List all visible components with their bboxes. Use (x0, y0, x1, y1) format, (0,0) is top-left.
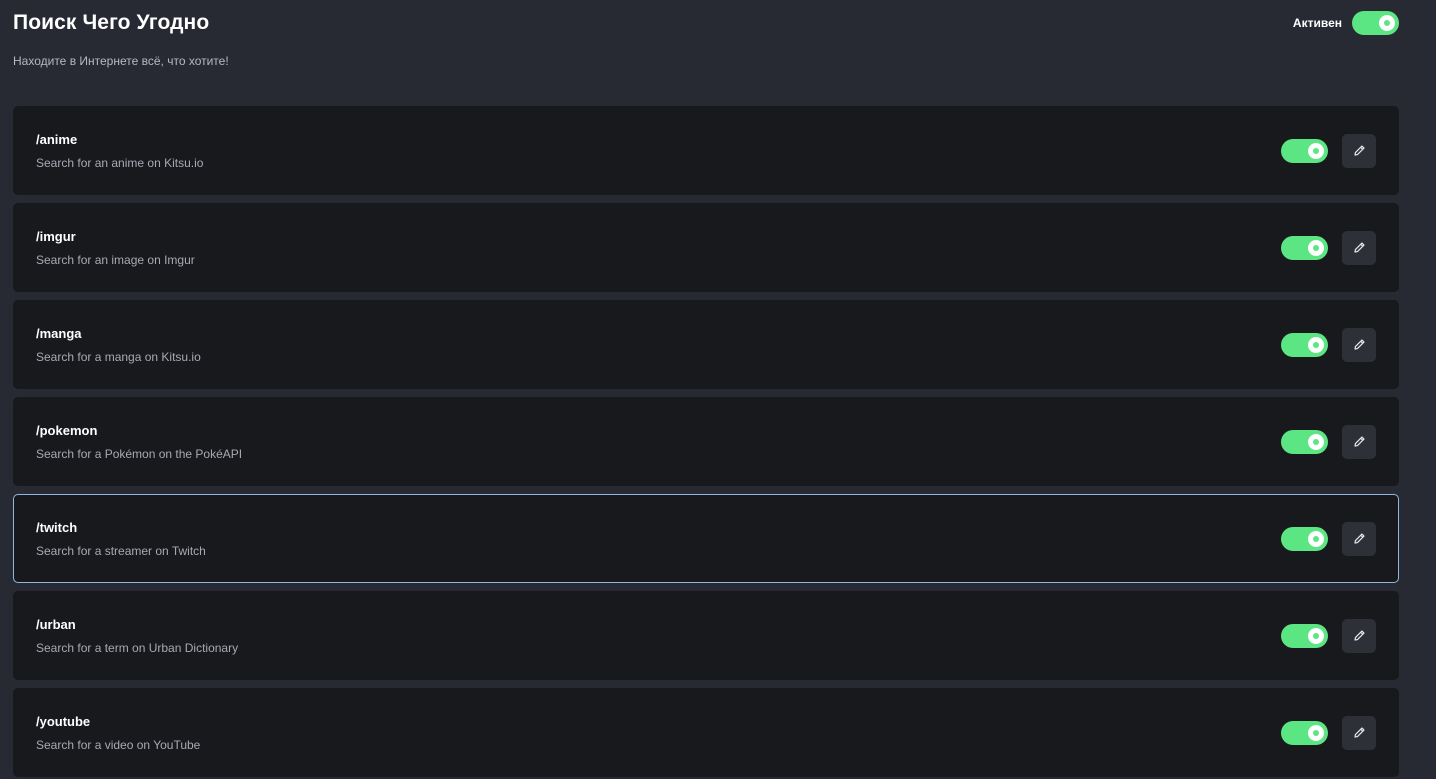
command-card: /imgur Search for an image on Imgur (13, 203, 1399, 292)
command-card: /pokemon Search for a Pokémon on the Pok… (13, 397, 1399, 486)
command-actions (1281, 424, 1376, 459)
command-enabled-toggle[interactable] (1281, 235, 1328, 260)
command-enabled-toggle[interactable] (1281, 720, 1328, 745)
command-name: /youtube (36, 713, 91, 729)
command-card: /anime Search for an anime on Kitsu.io (13, 106, 1399, 195)
command-name: /manga (36, 325, 82, 341)
page-subtitle: Находите в Интернете всё, что хотите! (13, 54, 229, 68)
command-enabled-toggle[interactable] (1281, 138, 1328, 163)
plugin-active-control: Активен (1293, 11, 1399, 35)
edit-command-button[interactable] (1342, 424, 1376, 459)
command-text: /imgur Search for an image on Imgur (36, 229, 1281, 267)
command-actions (1281, 618, 1376, 653)
command-text: /manga Search for a manga on Kitsu.io (36, 326, 1281, 364)
command-enabled-toggle[interactable] (1281, 526, 1328, 551)
command-description: Search for a Pokémon on the PokéAPI (36, 446, 243, 461)
toggle-knob (1379, 15, 1395, 31)
pencil-icon (1353, 242, 1365, 253)
toggle-knob (1308, 627, 1324, 644)
toggle-knob (1308, 239, 1324, 256)
edit-command-button[interactable] (1342, 715, 1376, 750)
command-name: /urban (36, 616, 76, 632)
edit-command-button[interactable] (1342, 618, 1376, 653)
pencil-icon (1353, 339, 1365, 350)
command-description: Search for an image on Imgur (36, 252, 195, 267)
page-title: Поиск Чего Угодно (13, 11, 210, 34)
command-enabled-toggle[interactable] (1281, 429, 1328, 454)
edit-command-button[interactable] (1342, 230, 1376, 265)
command-text: /youtube Search for a video on YouTube (36, 714, 1281, 752)
pencil-icon (1353, 630, 1365, 641)
command-card: /twitch Search for a streamer on Twitch (13, 494, 1399, 583)
command-actions (1281, 133, 1376, 168)
pencil-icon (1353, 145, 1365, 156)
command-description: Search for a video on YouTube (36, 737, 201, 752)
pencil-icon (1353, 436, 1365, 447)
edit-command-button[interactable] (1342, 521, 1376, 556)
command-text: /twitch Search for a streamer on Twitch (36, 520, 1281, 558)
command-text: /anime Search for an anime on Kitsu.io (36, 132, 1281, 170)
toggle-knob (1308, 724, 1324, 741)
command-actions (1281, 715, 1376, 750)
command-name: /anime (36, 131, 78, 147)
command-actions (1281, 327, 1376, 362)
edit-command-button[interactable] (1342, 133, 1376, 168)
command-text: /urban Search for a term on Urban Dictio… (36, 617, 1281, 655)
plugin-active-toggle[interactable] (1352, 11, 1399, 35)
pencil-icon (1353, 533, 1365, 544)
toggle-knob (1308, 142, 1324, 159)
command-text: /pokemon Search for a Pokémon on the Pok… (36, 423, 1281, 461)
command-actions (1281, 230, 1376, 265)
command-name: /twitch (36, 519, 78, 535)
command-card: /youtube Search for a video on YouTube (13, 688, 1399, 777)
toggle-knob (1308, 530, 1324, 547)
pencil-icon (1353, 727, 1365, 738)
command-description: Search for a manga on Kitsu.io (36, 349, 201, 364)
edit-command-button[interactable] (1342, 327, 1376, 362)
command-description: Search for an anime on Kitsu.io (36, 155, 204, 170)
command-actions (1281, 521, 1376, 556)
plugin-header: Поиск Чего Угодно Находите в Интернете в… (13, 0, 1399, 106)
command-enabled-toggle[interactable] (1281, 332, 1328, 357)
command-description: Search for a streamer on Twitch (36, 543, 206, 558)
toggle-knob (1308, 336, 1324, 353)
command-list: /anime Search for an anime on Kitsu.io /… (13, 106, 1399, 777)
command-card: /urban Search for a term on Urban Dictio… (13, 591, 1399, 680)
command-name: /pokemon (36, 422, 98, 438)
command-enabled-toggle[interactable] (1281, 623, 1328, 648)
command-description: Search for a term on Urban Dictionary (36, 640, 239, 655)
command-name: /imgur (36, 228, 76, 244)
active-label: Активен (1292, 16, 1342, 30)
plugin-page: Поиск Чего Угодно Находите в Интернете в… (0, 0, 1436, 779)
toggle-knob (1308, 433, 1324, 450)
command-card: /manga Search for a manga on Kitsu.io (13, 300, 1399, 389)
